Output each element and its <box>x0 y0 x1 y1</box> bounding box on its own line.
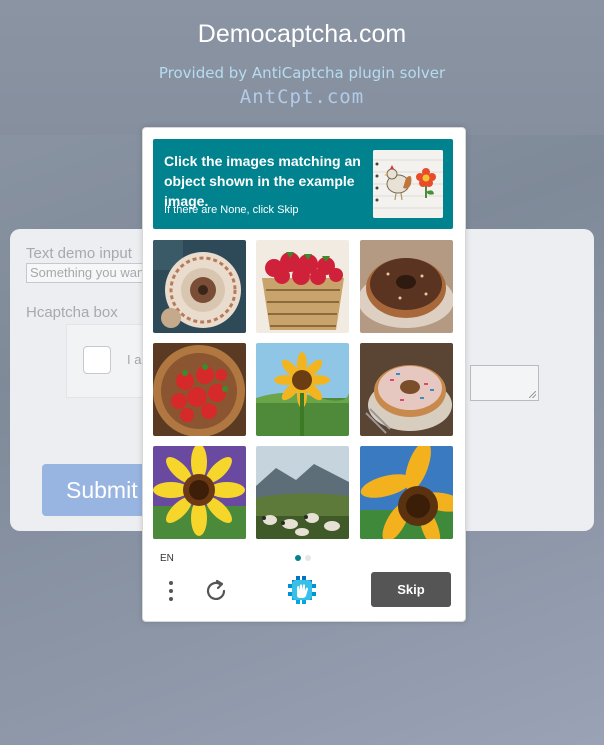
captcha-tile-sunflower-painting[interactable] <box>153 446 246 539</box>
text-input-label: Text demo input <box>26 245 132 262</box>
site-title: Democaptcha.com <box>197 20 407 48</box>
site-subtitle: Provided by AntiCaptcha plugin solver <box>158 64 446 82</box>
chocolate-donut-image <box>360 240 453 333</box>
textarea-field[interactable] <box>470 365 539 401</box>
captcha-tile-strawberries-in-basket[interactable] <box>153 343 246 436</box>
challenge-prompt: Click the images matching an object show… <box>153 139 453 229</box>
plate-with-donut-image <box>153 240 246 333</box>
captcha-tile-sunflower-closeup[interactable] <box>360 446 453 539</box>
captcha-tile-plate-with-donut[interactable] <box>153 240 246 333</box>
captcha-tile-sunflower-field[interactable] <box>256 343 349 436</box>
hcaptcha-label: Hcaptcha box <box>26 304 118 321</box>
strawberry-basket-image <box>256 240 349 333</box>
sunflower-painting-image <box>153 446 246 539</box>
prompt-subtext: If there are None, click Skip <box>164 204 299 216</box>
sheep-landscape-image <box>256 446 349 539</box>
skip-button[interactable]: Skip <box>371 572 451 607</box>
language-selector[interactable]: EN <box>160 553 174 564</box>
prompt-text: Click the images matching an object show… <box>164 153 361 209</box>
page-indicator-inactive <box>305 555 311 561</box>
page-indicator-active <box>295 555 301 561</box>
sprinkle-donut-image <box>360 343 453 436</box>
sunflower-closeup-image <box>360 446 453 539</box>
captcha-tile-sprinkle-donut[interactable] <box>360 343 453 436</box>
example-image <box>373 150 443 218</box>
hcaptcha-challenge-popup: Click the images matching an object show… <box>142 127 466 622</box>
strawberries-overhead-image <box>153 343 246 436</box>
captcha-tile-chocolate-donut[interactable] <box>360 240 453 333</box>
refresh-icon[interactable] <box>203 578 229 604</box>
captcha-tile-sheep-mountain-landscape[interactable] <box>256 446 349 539</box>
resize-grip-icon[interactable] <box>529 391 536 398</box>
hcaptcha-logo-icon[interactable] <box>286 574 318 606</box>
site-logo: AntCpt.com <box>239 86 365 108</box>
rooster-and-flower-icon <box>373 150 443 218</box>
sunflower-field-image <box>256 343 349 436</box>
hcaptcha-checkbox[interactable] <box>83 346 111 374</box>
captcha-tile-basket-of-strawberries[interactable] <box>256 240 349 333</box>
menu-dots-icon[interactable] <box>165 578 177 604</box>
